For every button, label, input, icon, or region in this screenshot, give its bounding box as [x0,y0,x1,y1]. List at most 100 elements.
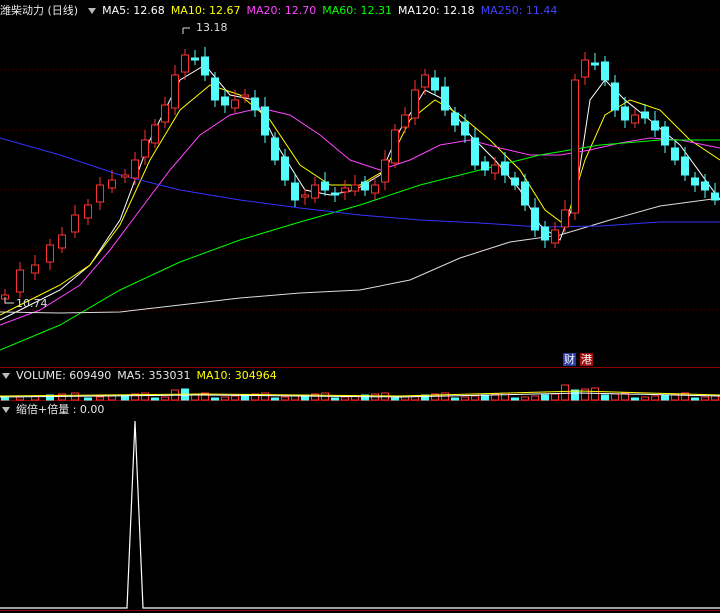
candle-body [331,192,339,196]
volume-bar [84,397,92,401]
volume-ma10-label: MA10: 304964 [196,369,277,382]
low-price-label: 10.74 [16,297,48,310]
volume-bar [531,395,539,401]
candle-body [711,192,719,201]
volume-bar [96,396,104,401]
candle-body [84,204,92,219]
candle-body [46,244,54,263]
candle-body [641,111,649,119]
candle-body [321,181,329,191]
candle-body [411,89,419,119]
candle-body [361,181,369,191]
volume-bar [341,396,349,401]
volume-bar [211,397,219,401]
volume-bar [691,397,699,401]
candle-body [221,96,229,106]
volume-bar [151,397,159,401]
candle-body [151,124,159,144]
candle-body [141,139,149,158]
volume-bar [511,397,519,401]
candle-body [511,177,519,186]
volume-bar [231,395,239,401]
candle-body [431,77,439,91]
volume-bar [221,396,229,401]
candle-body [311,184,319,199]
finance-badge[interactable]: 财 [563,353,576,366]
volume-label: VOLUME: 609490 [16,369,112,382]
candle-body [261,106,269,136]
candle-body [591,62,599,66]
candle-body [681,156,689,176]
volume-bar [1,397,9,401]
candle-body [571,79,579,214]
candle-body [58,234,66,249]
candle-body [651,120,659,131]
candle-body [451,112,459,126]
volume-bar [661,394,669,401]
candle-body [171,74,179,109]
candle-body [371,184,379,194]
volume-bar [631,397,639,401]
volume-bar [391,397,399,401]
volume-bar [541,394,549,401]
volume-bar [551,393,559,401]
candle-body [521,181,529,206]
volume-bar [451,397,459,401]
chevron-down-icon[interactable] [2,407,10,413]
candle-body [661,126,669,146]
ma-line [0,84,720,316]
candle-body [271,137,279,161]
volume-header: VOLUME: 609490 MA5: 353031 MA10: 304964 [0,367,283,385]
ma-line [0,107,720,326]
volume-bar [471,395,479,401]
candle-body [671,147,679,161]
candle-body [601,61,609,81]
candle-body [471,137,479,166]
volume-bar [711,395,719,401]
candle-body [381,159,389,183]
volume-bar [461,396,469,401]
candle-body [391,129,399,164]
volume-bar [601,394,609,401]
candle-body [421,74,429,88]
candle-body [191,57,199,61]
candle-body [71,214,79,233]
volume-bar [481,394,489,401]
candle-body [121,174,129,178]
candle-body [211,77,219,101]
candle-body [231,99,239,109]
hk-badge[interactable]: 港 [580,353,593,366]
candle-body [701,181,709,191]
candle-body [341,187,349,193]
volume-bar [521,396,529,401]
candle-body [401,114,409,128]
candle-body [131,159,139,179]
indicator-label: 缩倍+倍量 : 0.00 [16,403,105,416]
volume-bar [271,397,279,401]
volume-bar [641,396,649,401]
candle-body [461,121,469,136]
volume-bar [331,397,339,401]
volume-bar [701,396,709,401]
volume-bar [561,384,569,401]
candle-body [561,209,569,228]
candle-body [621,106,629,121]
volume-bar [501,392,509,401]
candle-body [541,226,549,241]
volume-bar [291,395,299,401]
candle-body [96,184,104,203]
candlestick-chart: 13.18 10.74 [0,21,720,611]
candle-body [31,264,39,274]
candle-body [241,94,249,98]
candle-body [201,56,209,76]
candle-body [501,161,509,176]
candle-body [181,54,189,73]
candle-body [351,184,359,192]
indicator-line [0,420,720,609]
chevron-down-icon[interactable] [2,373,10,379]
candle-body [611,82,619,111]
candle-body [291,182,299,201]
volume-bar [16,396,24,401]
candle-body [581,59,589,78]
candle-body [16,269,24,293]
